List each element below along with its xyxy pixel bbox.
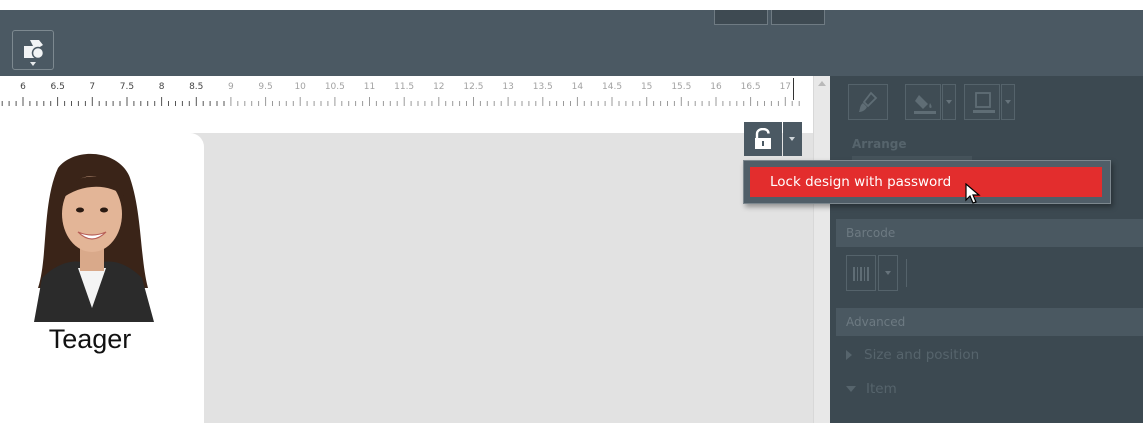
lock-design-button[interactable] xyxy=(744,122,782,156)
barcode-button[interactable] xyxy=(846,255,876,291)
fill-bucket-icon xyxy=(914,95,936,114)
ruler-label: 6 xyxy=(20,82,26,92)
ruler-label: 14.5 xyxy=(602,82,623,92)
ruler-label: 8.5 xyxy=(189,82,204,92)
card-name-text[interactable]: Teager xyxy=(0,324,180,355)
ruler-label: 11 xyxy=(363,82,376,92)
portrait-photo[interactable] xyxy=(20,148,162,322)
size-position-label: Size and position xyxy=(864,347,980,363)
ruler-label: 13.5 xyxy=(532,82,553,92)
barcode-dropdown[interactable] xyxy=(878,255,898,291)
advanced-header[interactable]: Advanced xyxy=(836,308,1143,336)
fill-color-button[interactable] xyxy=(905,84,941,120)
properties-panel xyxy=(830,76,1143,423)
app-menu-button[interactable] xyxy=(12,30,54,70)
item-label: Item xyxy=(866,381,897,397)
chevron-down-icon xyxy=(846,386,856,392)
divider xyxy=(906,259,907,287)
unlock-icon xyxy=(755,128,771,149)
ruler-label: 12 xyxy=(433,82,445,92)
chevron-down-icon xyxy=(946,100,952,104)
fill-color-dropdown[interactable] xyxy=(942,84,956,120)
item-row[interactable]: Item xyxy=(846,381,897,397)
ruler-label: 9 xyxy=(228,82,234,92)
scroll-up-icon[interactable] xyxy=(818,81,826,86)
ruler-ticks xyxy=(1,97,800,106)
brush-button[interactable] xyxy=(848,84,888,120)
vertical-scrollbar[interactable] xyxy=(813,76,830,423)
ruler-label: 15 xyxy=(640,82,653,92)
toolbar-right xyxy=(830,10,1143,76)
ruler-label: 11.5 xyxy=(394,82,415,92)
top-tab-right[interactable] xyxy=(771,10,825,25)
ruler-label: 8 xyxy=(158,82,165,92)
toolbar xyxy=(0,10,830,76)
lock-dropdown-toggle[interactable] xyxy=(783,122,802,156)
ruler-label: 15.5 xyxy=(671,82,692,92)
barcode-header[interactable]: Barcode xyxy=(836,219,1143,247)
ruler-label: 7 xyxy=(89,82,96,92)
ruler-label: 9.5 xyxy=(258,82,273,92)
brush-icon xyxy=(859,91,878,112)
border-style-button[interactable] xyxy=(964,84,1000,120)
arrange-header: Arrange xyxy=(852,137,907,151)
top-edge xyxy=(0,0,1143,10)
cursor-icon xyxy=(965,183,981,204)
chevron-down-icon xyxy=(30,62,36,66)
border-style-icon xyxy=(973,92,995,113)
ruler-end-marker xyxy=(793,78,794,100)
app-menu-icon xyxy=(24,40,45,60)
ruler-label: 6.5 xyxy=(50,82,65,92)
ruler-label: 7.5 xyxy=(119,82,135,92)
ruler-label: 14 xyxy=(571,82,584,92)
lock-menu: Lock design with password xyxy=(743,160,1111,204)
chevron-down-icon xyxy=(1005,100,1011,104)
ruler-label: 16 xyxy=(710,82,722,92)
ruler-label: 17 xyxy=(779,82,792,92)
ruler-label: 13 xyxy=(502,82,514,92)
chevron-down-icon xyxy=(885,271,891,275)
border-style-dropdown[interactable] xyxy=(1001,84,1015,120)
chevron-down-icon xyxy=(789,137,795,141)
horizontal-ruler: 6 6.5 7 7.5 8 8.5 9 9.5 10 10.5 11 11.5 12 12.5 13 13.5… xyxy=(0,76,813,133)
menu-item-lock-design[interactable]: Lock design with password xyxy=(750,167,1102,197)
barcode-icon xyxy=(853,267,869,281)
top-tab-left[interactable] xyxy=(714,10,768,25)
chevron-right-icon xyxy=(846,350,852,360)
ruler-label: 16.5 xyxy=(740,82,761,92)
ruler-label: 10 xyxy=(294,82,306,92)
ruler-label: 12.5 xyxy=(463,82,484,92)
ruler-label: 10.5 xyxy=(324,82,345,92)
size-position-row[interactable]: Size and position xyxy=(846,347,979,363)
